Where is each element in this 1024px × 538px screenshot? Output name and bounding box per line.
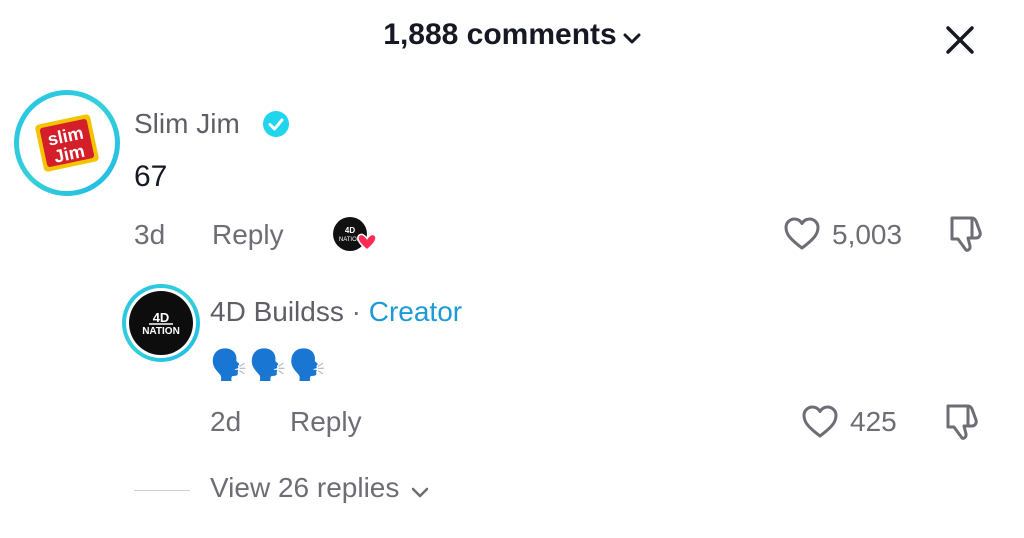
svg-text:4D: 4D xyxy=(345,226,355,235)
reply-dislike-icon[interactable] xyxy=(940,400,984,444)
chevron-down-icon xyxy=(623,19,641,53)
comment-age: 3d xyxy=(134,219,166,250)
4d-nation-logo: 4D NATION xyxy=(142,310,180,337)
reply-like-button[interactable] xyxy=(800,402,840,442)
reply-reply-button[interactable]: Reply xyxy=(290,406,362,438)
verified-badge-icon xyxy=(262,110,290,138)
reply-username-row: 4D Buildss · Creator xyxy=(210,296,462,328)
divider xyxy=(134,490,190,491)
view-replies-label: View 26 replies xyxy=(210,472,400,503)
like-button[interactable] xyxy=(782,214,822,254)
like-count: 5,003 xyxy=(832,219,903,250)
close-icon[interactable] xyxy=(938,18,982,62)
reply-username[interactable]: 4D Buildss xyxy=(210,296,344,327)
creator-liked-icon: 4D NATION xyxy=(330,214,380,254)
reply-like-count: 425 xyxy=(850,406,897,437)
comments-header[interactable]: 1,888 comments xyxy=(0,18,1024,53)
view-replies-button[interactable]: View 26 replies xyxy=(210,472,429,506)
slim-jim-logo: slim Jim xyxy=(35,114,99,172)
comment-username[interactable]: Slim Jim xyxy=(134,108,240,140)
comment-text: 67 xyxy=(134,160,168,193)
username-text: Slim Jim xyxy=(134,108,240,139)
comments-count: 1,888 comments xyxy=(383,18,617,51)
dislike-icon[interactable] xyxy=(944,212,988,256)
chevron-down-icon xyxy=(411,474,429,506)
separator: · xyxy=(351,296,361,327)
svg-text:4D: 4D xyxy=(153,310,170,325)
reply-age: 2d xyxy=(210,406,242,437)
reply-avatar[interactable]: 4D NATION xyxy=(122,284,200,362)
svg-text:NATION: NATION xyxy=(142,326,180,337)
heart-icon xyxy=(802,405,838,438)
heart-icon xyxy=(784,217,820,250)
reply-button[interactable]: Reply xyxy=(212,219,284,251)
reply-text: 🗣️🗣️🗣️ xyxy=(210,348,329,383)
avatar[interactable]: slim Jim xyxy=(14,90,120,196)
creator-badge: Creator xyxy=(368,296,463,327)
